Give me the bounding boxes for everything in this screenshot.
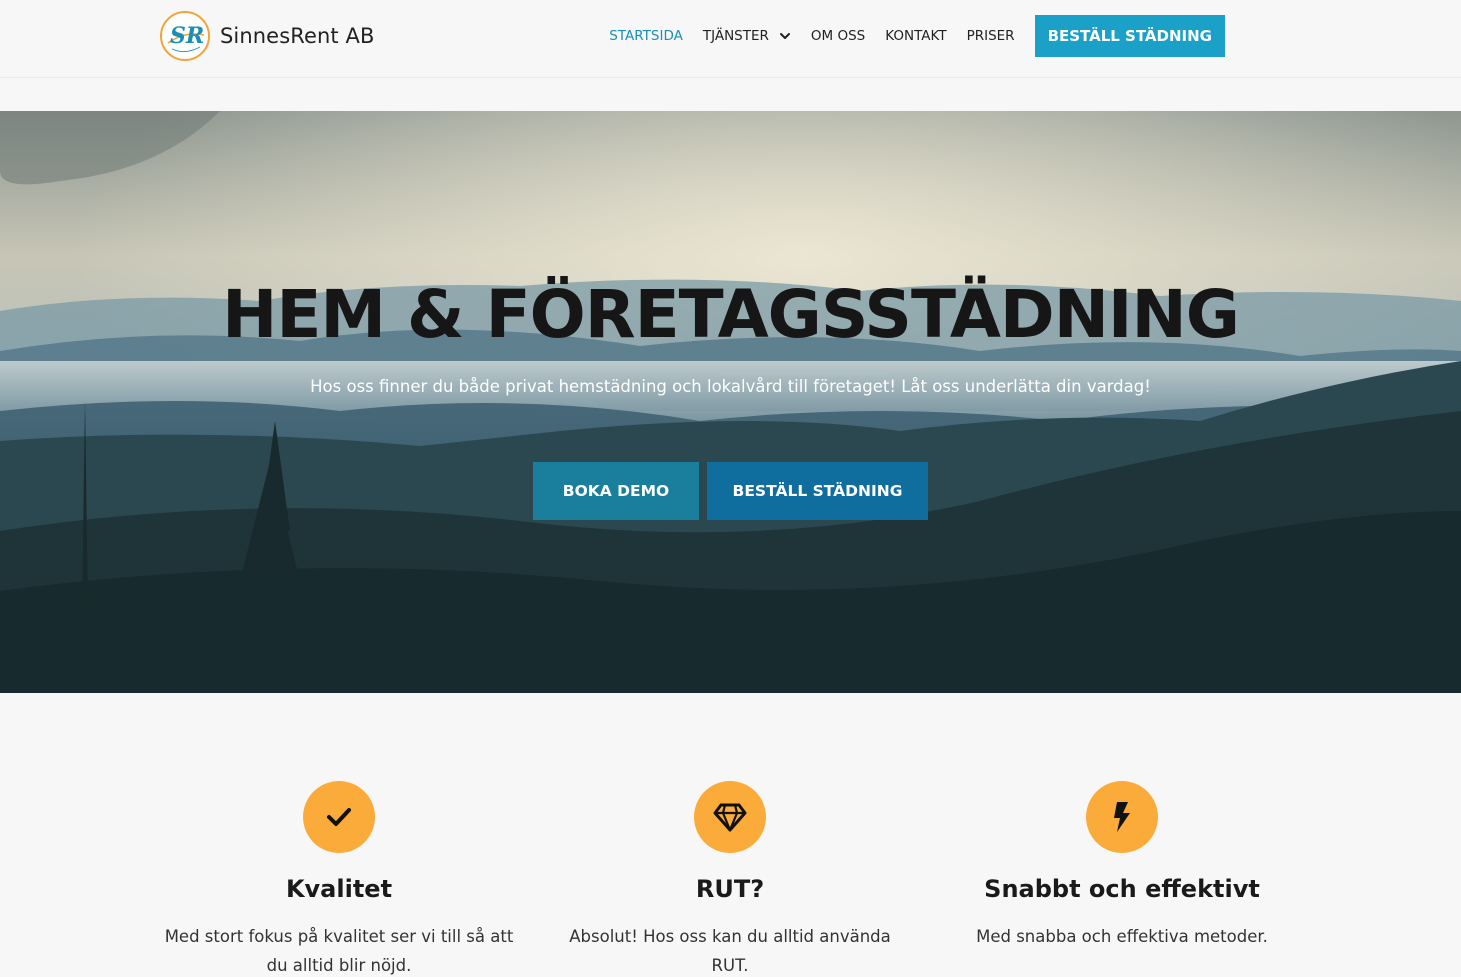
feature-fast: Snabbt och effektivt Med snabba och effe… — [932, 781, 1312, 951]
feature-text: Med snabba och effektiva metoder. — [976, 927, 1268, 946]
brand-logo[interactable]: SR SinnesRent AB — [160, 10, 375, 62]
hero-section: HEM & FÖRETAGSSTÄDNING Hos oss finner du… — [0, 111, 1461, 693]
feature-text: Absolut! Hos oss kan du alltid använda R… — [569, 927, 891, 975]
nav-item-kontakt[interactable]: KONTAKT — [885, 28, 946, 44]
feature-text: Med stort fokus på kvalitet ser vi till … — [164, 927, 514, 975]
nav-item-tjanster[interactable]: TJÄNSTER — [703, 28, 791, 44]
hero-title: HEM & FÖRETAGSSTÄDNING — [222, 276, 1240, 353]
feature-rut: RUT? Absolut! Hos oss kan du alltid anvä… — [540, 781, 920, 977]
nav-item-om-oss[interactable]: OM OSS — [811, 28, 865, 44]
diamond-icon — [694, 781, 766, 853]
nav-item-tjanster-label: TJÄNSTER — [702, 28, 769, 44]
feature-quality: Kvalitet Med stort fokus på kvalitet ser… — [149, 781, 529, 977]
chevron-down-icon — [779, 33, 790, 39]
features-section: Kvalitet Med stort fokus på kvalitet ser… — [0, 693, 1461, 977]
order-cleaning-hero-button[interactable]: BESTÄLL STÄDNING — [707, 462, 928, 520]
feature-title: Snabbt och effektivt — [984, 875, 1260, 903]
feature-title: RUT? — [695, 875, 765, 903]
hero-content: HEM & FÖRETAGSSTÄDNING Hos oss finner du… — [0, 111, 1461, 693]
main-nav: STARTSIDA TJÄNSTER OM OSS KONTAKT PRISER… — [609, 15, 1225, 57]
lightning-icon — [1086, 781, 1158, 853]
order-cleaning-nav-button[interactable]: BESTÄLL STÄDNING — [1034, 15, 1225, 57]
hero-buttons: BOKA DEMO BESTÄLL STÄDNING — [533, 462, 928, 520]
brand-name: SinnesRent AB — [220, 24, 375, 48]
nav-item-startsida[interactable]: STARTSIDA — [609, 28, 683, 44]
check-icon — [303, 781, 375, 853]
logo-letters: SR — [170, 23, 204, 49]
book-demo-button[interactable]: BOKA DEMO — [533, 462, 699, 520]
nav-item-priser[interactable]: PRISER — [967, 28, 1015, 44]
feature-title: Kvalitet — [285, 875, 393, 903]
logo-icon: SR — [160, 11, 210, 61]
site-header: SR SinnesRent AB STARTSIDA TJÄNSTER OM O… — [0, 0, 1461, 78]
hero-subtitle: Hos oss finner du både privat hemstädnin… — [310, 377, 1151, 396]
